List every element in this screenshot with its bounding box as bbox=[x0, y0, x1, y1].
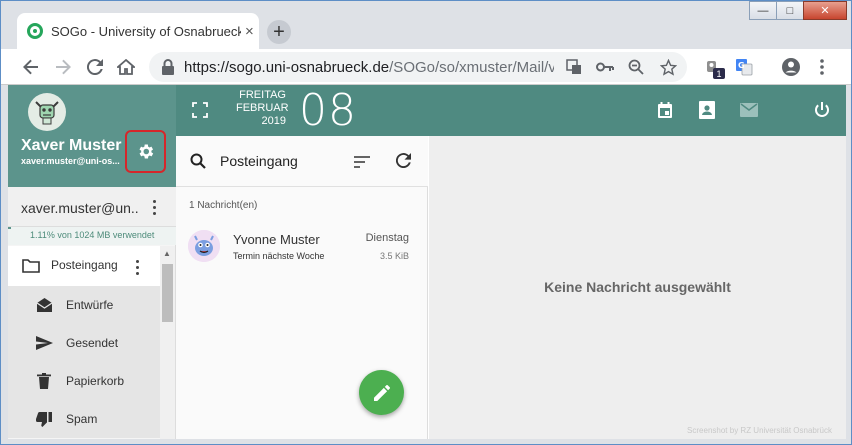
extension-badge: 1 bbox=[713, 68, 725, 79]
message-list: Posteingang 1 Nachricht(en) Yvonne Muste… bbox=[176, 136, 428, 439]
quota-bar bbox=[8, 227, 12, 229]
send-icon bbox=[34, 333, 54, 353]
sidebar-scrollbar[interactable]: ▲ bbox=[160, 246, 175, 439]
folder-label: Posteingang bbox=[51, 258, 118, 272]
minimize-button[interactable]: — bbox=[749, 1, 777, 20]
refresh-icon[interactable] bbox=[395, 153, 411, 173]
tab-title: SOGo - University of Osnabrueck bbox=[51, 23, 241, 39]
tab-close-icon[interactable]: × bbox=[245, 23, 254, 40]
folder-label: Papierkorb bbox=[66, 374, 125, 388]
profile-icon[interactable] bbox=[779, 55, 803, 79]
message-count: 1 Nachricht(en) bbox=[189, 200, 258, 211]
folder-trash[interactable]: Papierkorb bbox=[8, 362, 160, 400]
date-text: FREITAG FEBRUAR 2019 bbox=[236, 89, 289, 128]
fullscreen-icon[interactable] bbox=[192, 102, 208, 118]
scroll-thumb[interactable] bbox=[162, 264, 173, 322]
folder-icon bbox=[21, 255, 41, 275]
key-icon[interactable] bbox=[595, 57, 615, 77]
monster-avatar-icon bbox=[188, 230, 220, 262]
no-message-text: Keine Nachricht ausgewählt bbox=[544, 279, 731, 295]
message-size: 3.5 KiB bbox=[379, 251, 409, 261]
folder-sent[interactable]: Gesendet bbox=[8, 324, 160, 362]
robot-avatar-icon bbox=[35, 101, 59, 125]
browser-tab[interactable]: SOGo - University of Osnabrueck × bbox=[17, 13, 259, 49]
pencil-icon bbox=[373, 384, 390, 401]
logout-power-icon[interactable] bbox=[812, 100, 832, 120]
search-icon[interactable] bbox=[190, 153, 206, 174]
folder-menu-icon[interactable] bbox=[135, 260, 139, 275]
home-icon[interactable] bbox=[114, 55, 138, 79]
translate-page-icon[interactable] bbox=[564, 57, 584, 77]
new-tab-button[interactable]: + bbox=[267, 20, 291, 44]
sort-icon[interactable] bbox=[354, 155, 370, 173]
folder-label: Entwürfe bbox=[66, 298, 114, 312]
folder-label: Spam bbox=[66, 412, 98, 426]
back-icon[interactable] bbox=[19, 55, 43, 79]
quota-text: 1.11% von 1024 MB verwendet bbox=[30, 230, 155, 240]
list-title: Posteingang bbox=[220, 153, 298, 169]
year: 2019 bbox=[261, 115, 286, 127]
lock-icon bbox=[162, 59, 174, 75]
drafts-icon bbox=[34, 295, 54, 315]
screenshot-credit: Screenshot by RZ Universität Osnabrück bbox=[687, 426, 832, 435]
gear-icon bbox=[139, 144, 154, 159]
sidebar: Xaver Muster xaver.muster@uni-os... xave… bbox=[8, 85, 176, 439]
account-menu-icon[interactable] bbox=[152, 200, 156, 215]
folder-spam[interactable]: Spam bbox=[8, 400, 160, 438]
calendar-app-icon[interactable] bbox=[655, 100, 675, 120]
message-date: Dienstag bbox=[365, 232, 409, 244]
maximize-button[interactable]: □ bbox=[776, 1, 804, 20]
message-viewer: Keine Nachricht ausgewählt Screenshot by… bbox=[429, 136, 846, 439]
month: FEBRUAR bbox=[236, 102, 289, 114]
browser-menu-icon[interactable] bbox=[810, 55, 834, 79]
scroll-up-icon[interactable]: ▲ bbox=[163, 249, 171, 258]
google-translate-icon[interactable]: G bbox=[732, 55, 756, 79]
zoom-icon[interactable] bbox=[626, 57, 646, 77]
day-number: 08 bbox=[299, 85, 357, 136]
trash-icon bbox=[34, 371, 54, 391]
account-label: xaver.muster@un... bbox=[21, 200, 139, 216]
sogo-app: Xaver Muster xaver.muster@uni-os... xave… bbox=[8, 85, 846, 439]
contacts-app-icon[interactable] bbox=[697, 100, 717, 120]
folder-label: Gesendet bbox=[66, 336, 119, 350]
user-email: xaver.muster@uni-os... bbox=[21, 156, 120, 166]
weekday: FREITAG bbox=[239, 89, 286, 101]
account-row[interactable]: xaver.muster@un... bbox=[8, 187, 176, 227]
mail-app-icon[interactable] bbox=[739, 100, 759, 120]
forward-icon[interactable] bbox=[51, 55, 75, 79]
address-bar[interactable]: https://sogo.uni-osnabrueck.de/SOGo/so/x… bbox=[149, 52, 687, 82]
message-subject: Termin nächste Woche bbox=[233, 251, 325, 261]
list-header: Posteingang bbox=[176, 136, 428, 187]
svg-text:G: G bbox=[738, 61, 745, 70]
compose-button[interactable] bbox=[359, 370, 404, 415]
user-header: Xaver Muster xaver.muster@uni-os... bbox=[8, 85, 176, 187]
folder-inbox[interactable]: Posteingang bbox=[8, 246, 160, 286]
quota-info: 1.11% von 1024 MB verwendet bbox=[8, 227, 176, 245]
browser-toolbar: https://sogo.uni-osnabrueck.de/SOGo/so/x… bbox=[1, 49, 851, 85]
user-name: Xaver Muster bbox=[21, 137, 122, 154]
close-window-button[interactable]: ✕ bbox=[803, 1, 847, 20]
browser-window: — □ ✕ SOGo - University of Osnabrueck × … bbox=[0, 0, 852, 445]
bookmark-star-icon[interactable] bbox=[658, 57, 678, 77]
user-avatar[interactable] bbox=[28, 93, 66, 131]
folder-drafts[interactable]: Entwürfe bbox=[8, 286, 160, 324]
window-controls: — □ ✕ bbox=[749, 1, 847, 21]
thumb-down-icon bbox=[34, 409, 54, 429]
settings-button[interactable] bbox=[125, 130, 166, 173]
message-row[interactable]: Yvonne Muster Termin nächste Woche Diens… bbox=[176, 224, 428, 279]
message-sender: Yvonne Muster bbox=[233, 232, 320, 247]
sender-avatar bbox=[188, 230, 220, 262]
url-text: https://sogo.uni-osnabrueck.de/SOGo/so/x… bbox=[184, 59, 554, 76]
reload-icon[interactable] bbox=[83, 55, 107, 79]
sogo-favicon-icon bbox=[27, 23, 43, 39]
